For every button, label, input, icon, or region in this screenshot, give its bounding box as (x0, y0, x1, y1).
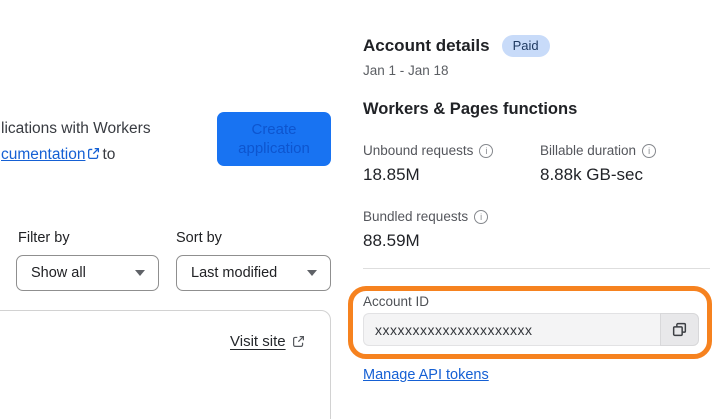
stat-billable-duration: Billable duration i 8.88k GB-sec (540, 143, 710, 185)
account-id-input[interactable] (363, 313, 660, 346)
caret-down-icon (135, 270, 145, 276)
stat-label: Billable duration i (540, 143, 710, 158)
date-range: Jan 1 - Jan 18 (363, 63, 449, 78)
workers-pages-dashboard: lications with Workers cumentation to Cre… (0, 0, 718, 419)
filter-dropdown-value: Show all (31, 265, 86, 281)
stat-unbound-requests: Unbound requests i 18.85M (363, 143, 533, 185)
functions-section-title: Workers & Pages functions (363, 100, 578, 118)
visit-site-link[interactable]: Visit site (230, 333, 305, 350)
stat-label-text: Unbound requests (363, 143, 474, 158)
create-application-button[interactable]: Create application (217, 112, 331, 166)
info-icon[interactable]: i (474, 209, 489, 224)
info-icon[interactable]: i (479, 143, 494, 158)
external-link-icon (88, 147, 100, 160)
external-link-icon (292, 336, 304, 347)
copy-icon (672, 322, 687, 337)
intro-line-1: lications with Workers (1, 120, 151, 137)
divider (363, 268, 710, 269)
copy-account-id-button[interactable] (660, 313, 699, 346)
stat-value: 18.85M (363, 165, 420, 184)
stat-bundled-requests: Bundled requests i 88.59M (363, 209, 533, 251)
stat-value: 88.59M (363, 231, 420, 250)
stat-label: Unbound requests i (363, 143, 533, 158)
stat-label-text: Bundled requests (363, 209, 469, 224)
sort-by-label: Sort by (176, 230, 222, 246)
stat-label: Bundled requests i (363, 209, 533, 224)
account-id-label: Account ID (363, 294, 430, 309)
visit-site-label: Visit site (230, 333, 286, 350)
documentation-link[interactable]: cumentation (1, 146, 85, 163)
stat-label-text: Billable duration (540, 143, 637, 158)
filter-by-label: Filter by (18, 230, 70, 246)
sort-dropdown[interactable]: Last modified (176, 255, 331, 291)
intro-text: lications with Workers cumentation to (1, 116, 151, 168)
create-application-label: Create application (238, 121, 310, 157)
application-card (0, 310, 331, 419)
account-id-group (363, 313, 699, 346)
sort-dropdown-value: Last modified (191, 265, 278, 281)
plan-badge: Paid (501, 35, 550, 57)
filter-dropdown[interactable]: Show all (16, 255, 159, 291)
account-details-title: Account details (363, 36, 490, 55)
intro-line-2-tail: to (102, 146, 116, 163)
intro-line-2: cumentation to (1, 142, 151, 168)
info-icon[interactable]: i (642, 143, 657, 158)
account-details-header: Account details Paid (363, 35, 550, 57)
caret-down-icon (307, 270, 317, 276)
stat-value: 8.88k GB-sec (540, 165, 643, 184)
manage-api-tokens-link[interactable]: Manage API tokens (363, 367, 489, 383)
